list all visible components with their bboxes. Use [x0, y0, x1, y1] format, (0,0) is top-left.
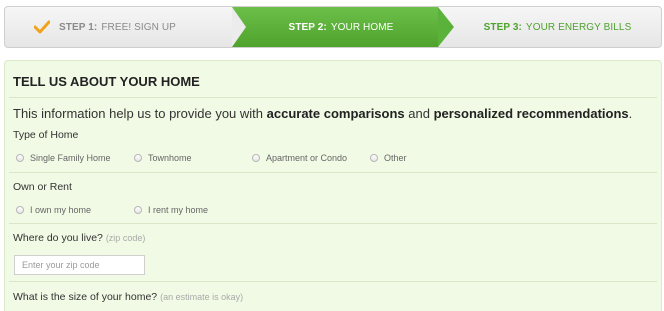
home-info-form: TELL US ABOUT YOUR HOME This information… — [4, 60, 662, 311]
step-3: STEP 3: YOUR ENERGY BILLS — [454, 7, 661, 47]
type-of-home-label: Type of Home — [13, 129, 79, 141]
home-size-hint: (an estimate is okay) — [160, 292, 244, 302]
divider — [9, 97, 657, 98]
step-2: STEP 2: YOUR HOME — [232, 7, 438, 47]
divider — [9, 281, 657, 282]
radio-single-family-home[interactable]: Single Family Home — [16, 153, 111, 163]
step-divider — [438, 7, 454, 47]
step-divider — [232, 7, 246, 47]
step-1[interactable]: STEP 1: FREE! SIGN UP — [5, 7, 232, 47]
progress-steps: STEP 1: FREE! SIGN UP STEP 2: YOUR HOME ST… — [4, 6, 662, 48]
radio-button[interactable] — [16, 154, 24, 162]
radio-button[interactable] — [370, 154, 378, 162]
step-1-label: STEP 1: FREE! SIGN UP — [59, 21, 176, 33]
radio-townhome[interactable]: Townhome — [134, 153, 192, 163]
form-title: TELL US ABOUT YOUR HOME — [13, 74, 200, 89]
radio-rent-home[interactable]: I rent my home — [134, 205, 208, 215]
radio-apartment-or-condo[interactable]: Apartment or Condo — [252, 153, 347, 163]
zip-label: Where do you live? (zip code) — [13, 232, 146, 244]
divider — [9, 223, 657, 224]
step-3-label: STEP 3: YOUR ENERGY BILLS — [483, 21, 632, 33]
radio-own-home[interactable]: I own my home — [16, 205, 91, 215]
zip-code-input[interactable] — [14, 255, 145, 275]
step-2-label: STEP 2: YOUR HOME — [288, 21, 394, 33]
divider — [9, 172, 657, 173]
zip-hint: (zip code) — [105, 233, 146, 243]
own-or-rent-label: Own or Rent — [13, 181, 72, 193]
home-size-label: What is the size of your home? (an estim… — [13, 291, 244, 303]
radio-other[interactable]: Other — [370, 153, 407, 163]
form-intro: This information help us to provide you … — [13, 106, 633, 121]
radio-button[interactable] — [252, 154, 260, 162]
radio-button[interactable] — [134, 154, 142, 162]
radio-button[interactable] — [16, 206, 24, 214]
checkmark-icon — [34, 20, 50, 34]
radio-button[interactable] — [134, 206, 142, 214]
